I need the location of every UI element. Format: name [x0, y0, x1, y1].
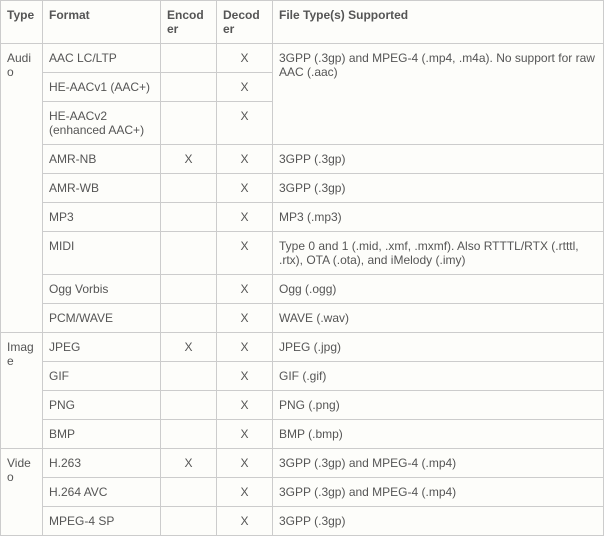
decoder-cell: X [217, 362, 273, 391]
encoder-cell [161, 232, 217, 275]
type-cell: Audio [1, 44, 43, 333]
filetypes-cell: 3GPP (.3gp) and MPEG-4 (.mp4, .m4a). No … [273, 44, 604, 145]
col-header-filetypes: File Type(s) Supported [273, 1, 604, 44]
encoder-cell [161, 391, 217, 420]
filetypes-cell: 3GPP (.3gp) and MPEG-4 (.mp4) [273, 478, 604, 507]
decoder-cell: X [217, 203, 273, 232]
filetypes-cell: BMP (.bmp) [273, 420, 604, 449]
decoder-cell: X [217, 507, 273, 536]
table-row: ImageJPEGXXJPEG (.jpg) [1, 333, 604, 362]
filetypes-cell: 3GPP (.3gp) [273, 145, 604, 174]
format-cell: Ogg Vorbis [43, 275, 161, 304]
table-row: Ogg Vorbis XOgg (.ogg) [1, 275, 604, 304]
decoder-cell: X [217, 333, 273, 362]
format-cell: JPEG [43, 333, 161, 362]
table-body: AudioAAC LC/LTPX3GPP (.3gp) and MPEG-4 (… [1, 44, 604, 536]
filetypes-cell: MP3 (.mp3) [273, 203, 604, 232]
decoder-cell: X [217, 174, 273, 203]
table-row: GIF XGIF (.gif) [1, 362, 604, 391]
col-header-decoder: Decoder [217, 1, 273, 44]
media-formats-table: Type Format Encoder Decoder File Type(s)… [0, 0, 604, 536]
filetypes-cell: Type 0 and 1 (.mid, .xmf, .mxmf). Also R… [273, 232, 604, 275]
decoder-cell: X [217, 145, 273, 174]
table-header-row: Type Format Encoder Decoder File Type(s)… [1, 1, 604, 44]
filetypes-cell: JPEG (.jpg) [273, 333, 604, 362]
decoder-cell: X [217, 73, 273, 102]
filetypes-cell: GIF (.gif) [273, 362, 604, 391]
table-row: PNG XPNG (.png) [1, 391, 604, 420]
encoder-cell [161, 362, 217, 391]
decoder-cell: X [217, 478, 273, 507]
format-cell: HE-AACv1 (AAC+) [43, 73, 161, 102]
format-cell: MIDI [43, 232, 161, 275]
format-cell: AMR-WB [43, 174, 161, 203]
filetypes-cell: PNG (.png) [273, 391, 604, 420]
encoder-cell [161, 275, 217, 304]
type-cell: Image [1, 333, 43, 449]
decoder-cell: X [217, 449, 273, 478]
format-cell: GIF [43, 362, 161, 391]
encoder-cell [161, 73, 217, 102]
format-cell: MPEG-4 SP [43, 507, 161, 536]
format-cell: H.263 [43, 449, 161, 478]
decoder-cell: X [217, 391, 273, 420]
filetypes-cell: 3GPP (.3gp) [273, 507, 604, 536]
decoder-cell: X [217, 44, 273, 73]
table-row: AMR-NBXX3GPP (.3gp) [1, 145, 604, 174]
filetypes-cell: Ogg (.ogg) [273, 275, 604, 304]
col-header-format: Format [43, 1, 161, 44]
encoder-cell: X [161, 449, 217, 478]
format-cell: PCM/WAVE [43, 304, 161, 333]
format-cell: MP3 [43, 203, 161, 232]
table-row: VideoH.263XX3GPP (.3gp) and MPEG-4 (.mp4… [1, 449, 604, 478]
encoder-cell [161, 507, 217, 536]
encoder-cell [161, 102, 217, 145]
encoder-cell [161, 478, 217, 507]
table-row: H.264 AVC X3GPP (.3gp) and MPEG-4 (.mp4) [1, 478, 604, 507]
encoder-cell [161, 203, 217, 232]
table-row: MIDI XType 0 and 1 (.mid, .xmf, .mxmf). A… [1, 232, 604, 275]
table-row: PCM/WAVE XWAVE (.wav) [1, 304, 604, 333]
encoder-cell: X [161, 333, 217, 362]
type-cell: Video [1, 449, 43, 536]
filetypes-cell: 3GPP (.3gp) and MPEG-4 (.mp4) [273, 449, 604, 478]
table-row: MPEG-4 SP X3GPP (.3gp) [1, 507, 604, 536]
encoder-cell [161, 44, 217, 73]
format-cell: H.264 AVC [43, 478, 161, 507]
table-row: BMP XBMP (.bmp) [1, 420, 604, 449]
format-cell: AMR-NB [43, 145, 161, 174]
format-cell: HE-AACv2 (enhanced AAC+) [43, 102, 161, 145]
table-row: AMR-WB X3GPP (.3gp) [1, 174, 604, 203]
decoder-cell: X [217, 304, 273, 333]
encoder-cell [161, 420, 217, 449]
filetypes-cell: 3GPP (.3gp) [273, 174, 604, 203]
col-header-type: Type [1, 1, 43, 44]
format-cell: PNG [43, 391, 161, 420]
decoder-cell: X [217, 275, 273, 304]
encoder-cell [161, 304, 217, 333]
format-cell: AAC LC/LTP [43, 44, 161, 73]
table-row: MP3 XMP3 (.mp3) [1, 203, 604, 232]
encoder-cell [161, 174, 217, 203]
encoder-cell: X [161, 145, 217, 174]
decoder-cell: X [217, 420, 273, 449]
filetypes-cell: WAVE (.wav) [273, 304, 604, 333]
decoder-cell: X [217, 232, 273, 275]
format-cell: BMP [43, 420, 161, 449]
col-header-encoder: Encoder [161, 1, 217, 44]
decoder-cell: X [217, 102, 273, 145]
table-row: AudioAAC LC/LTPX3GPP (.3gp) and MPEG-4 (… [1, 44, 604, 73]
